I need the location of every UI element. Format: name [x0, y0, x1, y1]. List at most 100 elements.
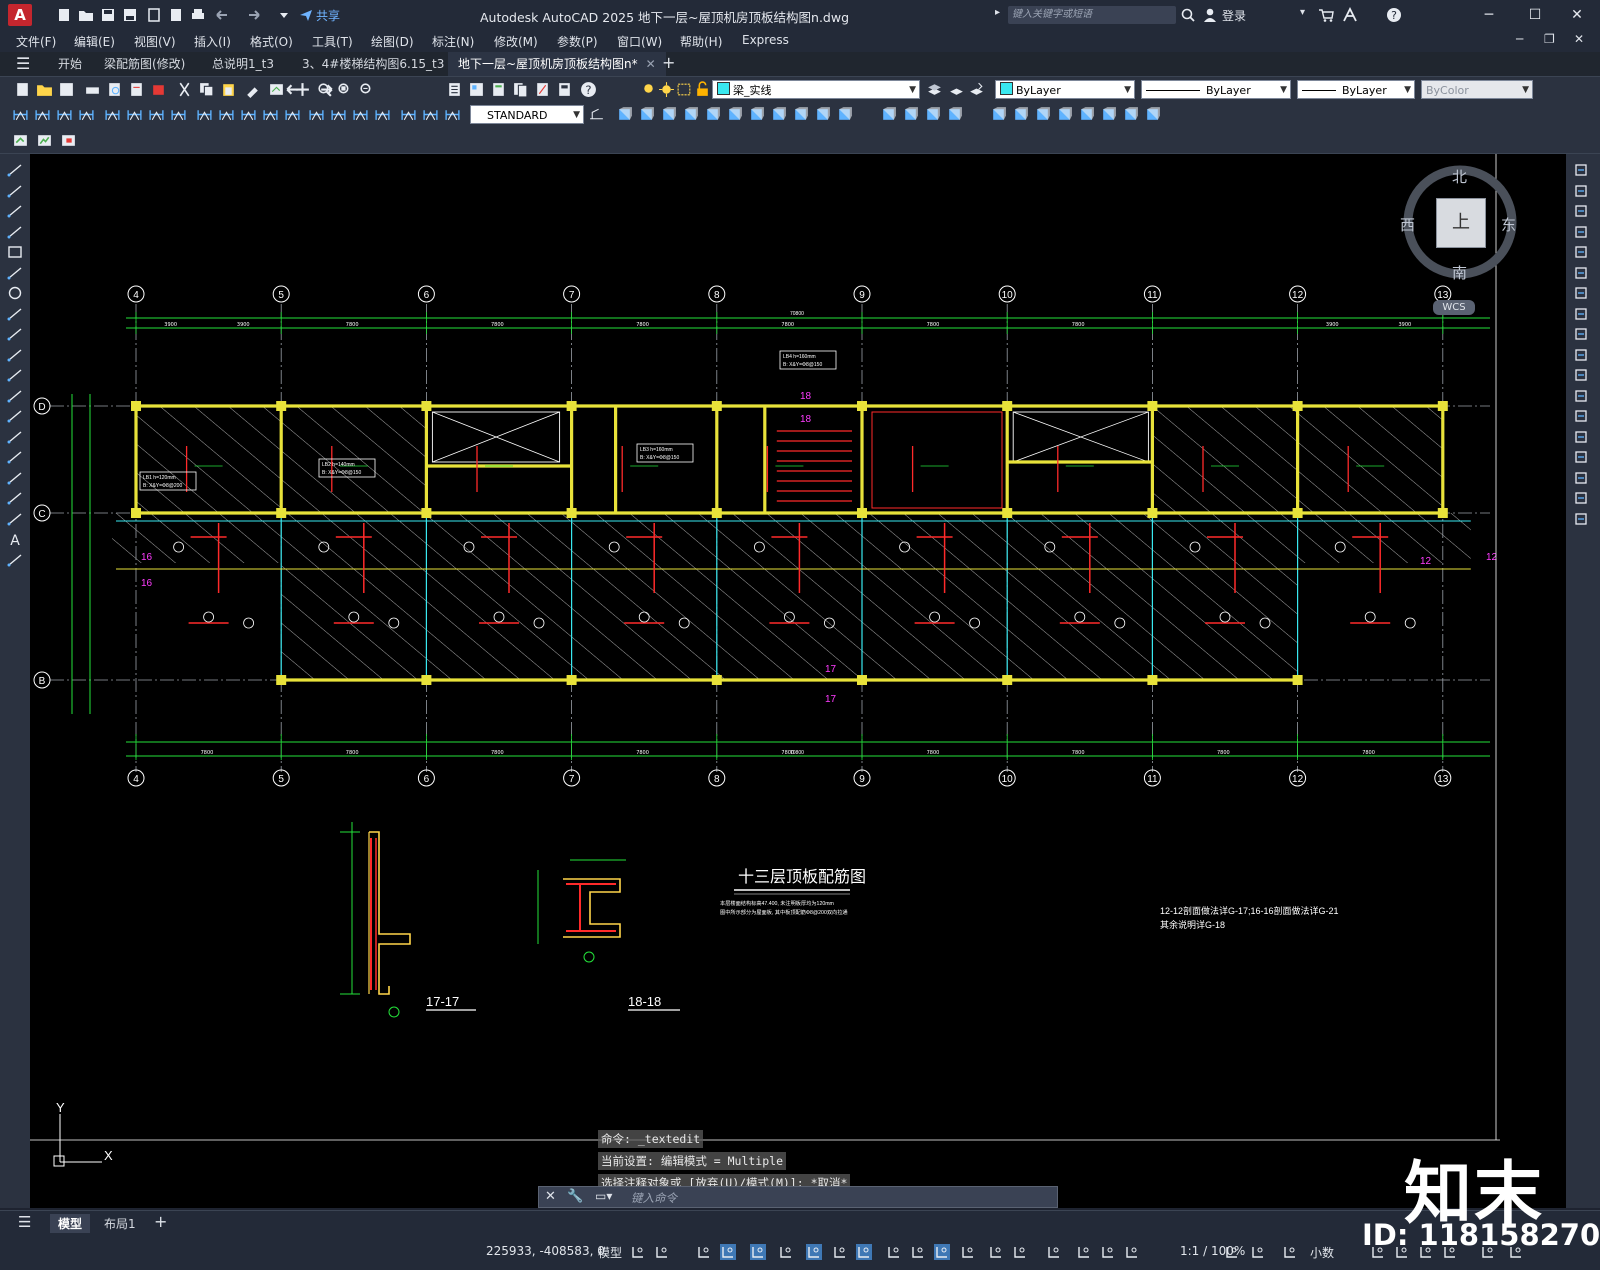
plotstyle-select[interactable]: ByColor ▼ — [1421, 80, 1533, 99]
layer-properties-icon[interactable] — [926, 81, 943, 98]
ucs-y-icon[interactable] — [836, 106, 853, 123]
command-customize-icon[interactable]: 🔧 — [567, 1189, 583, 1204]
publish-icon[interactable] — [128, 81, 145, 98]
revision-cloud-icon[interactable] — [6, 306, 24, 322]
view-sw-icon[interactable] — [1100, 106, 1117, 123]
new-tab-button[interactable]: + — [662, 53, 675, 72]
wcs-menu-button[interactable]: WCS — [1433, 300, 1475, 315]
menu-draw[interactable]: 绘图(D) — [371, 33, 414, 50]
tab-model[interactable]: 模型 — [50, 1214, 91, 1233]
polar-icon[interactable] — [778, 1244, 794, 1260]
calculator-icon[interactable] — [556, 81, 573, 98]
add-layout-button[interactable]: + — [154, 1212, 167, 1231]
ucs-world-icon[interactable] — [638, 106, 655, 123]
dim-edit-icon[interactable] — [400, 106, 417, 123]
plot-icon[interactable] — [84, 81, 101, 98]
user-icon[interactable] — [1202, 7, 1218, 23]
menu-insert[interactable]: 插入(I) — [194, 33, 231, 50]
export-pdf-icon[interactable] — [146, 7, 162, 23]
new-file-icon[interactable] — [56, 7, 72, 23]
cart-icon[interactable] — [1318, 7, 1334, 23]
chamfer-icon[interactable] — [1572, 449, 1590, 465]
view-front-icon[interactable] — [1056, 106, 1073, 123]
ucs-zaxis-icon[interactable] — [770, 106, 787, 123]
selection-filter-icon[interactable] — [1012, 1244, 1028, 1260]
mtext-icon[interactable]: A — [6, 531, 24, 549]
annotation-scale-icon[interactable] — [1124, 1244, 1140, 1260]
help-icon[interactable]: ? — [580, 81, 597, 98]
break-icon[interactable] — [1572, 408, 1590, 424]
search-expand-icon[interactable]: ▸ — [995, 7, 1000, 18]
menu-dimension[interactable]: 标注(N) — [432, 33, 474, 50]
customize-quick-access-icon[interactable] — [276, 7, 292, 23]
command-input[interactable]: 键入命令 — [631, 1190, 677, 1206]
undo-icon[interactable] — [284, 81, 301, 98]
tab-current-drawing[interactable]: 地下一层~屋顶机房顶板结构图n* ✕ — [448, 52, 666, 76]
erase-icon[interactable] — [1572, 162, 1590, 178]
save-icon[interactable] — [58, 81, 75, 98]
dim-arc-icon[interactable] — [56, 106, 73, 123]
ucs-origin-icon[interactable] — [748, 106, 765, 123]
mirror-icon[interactable] — [1572, 203, 1590, 219]
auto-scale-icon[interactable] — [1100, 1244, 1116, 1260]
transparency-icon[interactable] — [910, 1244, 926, 1260]
search-icon[interactable] — [1180, 7, 1196, 23]
new-icon[interactable] — [14, 81, 31, 98]
ucs-view-icon[interactable] — [726, 106, 743, 123]
spline-icon[interactable] — [6, 326, 24, 342]
copy-icon[interactable] — [198, 81, 215, 98]
plot-icon[interactable] — [190, 7, 206, 23]
layer-previous-icon[interactable] — [968, 81, 985, 98]
dim-radius-icon[interactable] — [104, 106, 121, 123]
dim-style-manager-icon[interactable] — [588, 106, 605, 123]
block-editor-icon[interactable] — [268, 81, 285, 98]
menu-edit[interactable]: 编辑(E) — [74, 33, 115, 50]
attach-image-icon[interactable] — [60, 132, 77, 149]
ucs-object-icon[interactable] — [704, 106, 721, 123]
tab-beam-drawing[interactable]: 梁配筋图(修改) — [94, 52, 195, 76]
layer-thaw-icon[interactable] — [658, 81, 675, 98]
tab-layout1[interactable]: 布局1 — [96, 1214, 144, 1233]
compass-east[interactable]: 东 — [1501, 214, 1516, 235]
tool-palettes-icon[interactable] — [490, 81, 507, 98]
line-icon[interactable] — [6, 162, 24, 178]
ucs-apply-icon[interactable] — [902, 106, 919, 123]
minimize-button[interactable]: ─ — [1466, 0, 1512, 30]
3d-osnap-icon[interactable] — [960, 1244, 976, 1260]
view-right-icon[interactable] — [1034, 106, 1051, 123]
match-properties-icon[interactable] — [244, 81, 261, 98]
compass-west[interactable]: 西 — [1400, 214, 1415, 235]
dim-space-icon[interactable] — [262, 106, 279, 123]
ellipse-arc-icon[interactable] — [6, 367, 24, 383]
view-left-icon[interactable] — [1012, 106, 1029, 123]
copy-object-icon[interactable] — [1572, 183, 1590, 199]
point-icon[interactable] — [6, 429, 24, 445]
dim-style-select[interactable]: STANDARD ▼ — [470, 105, 584, 124]
ucs-previous-icon[interactable] — [660, 106, 677, 123]
rectangle-icon[interactable] — [6, 244, 24, 260]
share-icon[interactable] — [298, 7, 314, 23]
layout-menu-icon[interactable]: ☰ — [18, 1213, 31, 1231]
dim-angular-icon[interactable] — [170, 106, 187, 123]
jogged-linear-icon[interactable] — [374, 106, 391, 123]
command-recent-icon[interactable]: ▭▾ — [595, 1189, 612, 1203]
undo-icon[interactable] — [214, 7, 230, 23]
center-mark-icon[interactable] — [330, 106, 347, 123]
fillet-icon[interactable] — [1572, 470, 1590, 486]
layer-lock-icon[interactable] — [694, 81, 711, 98]
dim-aligned-icon[interactable] — [34, 106, 51, 123]
zoom-window-icon[interactable] — [336, 81, 353, 98]
annotation-monitor-icon[interactable] — [1250, 1244, 1266, 1260]
polygon-icon[interactable] — [6, 224, 24, 240]
tab-start[interactable]: 开始 — [48, 52, 92, 76]
doc-minimize-button[interactable]: ─ — [1516, 32, 1523, 46]
paste-icon[interactable] — [220, 81, 237, 98]
save-as-icon[interactable] — [122, 7, 138, 23]
color-select[interactable]: ByLayer ▼ — [995, 80, 1135, 99]
tab-stair-drawing[interactable]: 3、4#楼梯结构图6.15_t3 — [292, 52, 454, 76]
array-icon[interactable] — [1572, 244, 1590, 260]
viewcube-top-face[interactable]: 上 — [1436, 198, 1486, 248]
dynamic-ucs-icon[interactable] — [988, 1244, 1004, 1260]
object-snap-tracking-icon[interactable] — [832, 1244, 848, 1260]
region-icon[interactable] — [6, 490, 24, 506]
